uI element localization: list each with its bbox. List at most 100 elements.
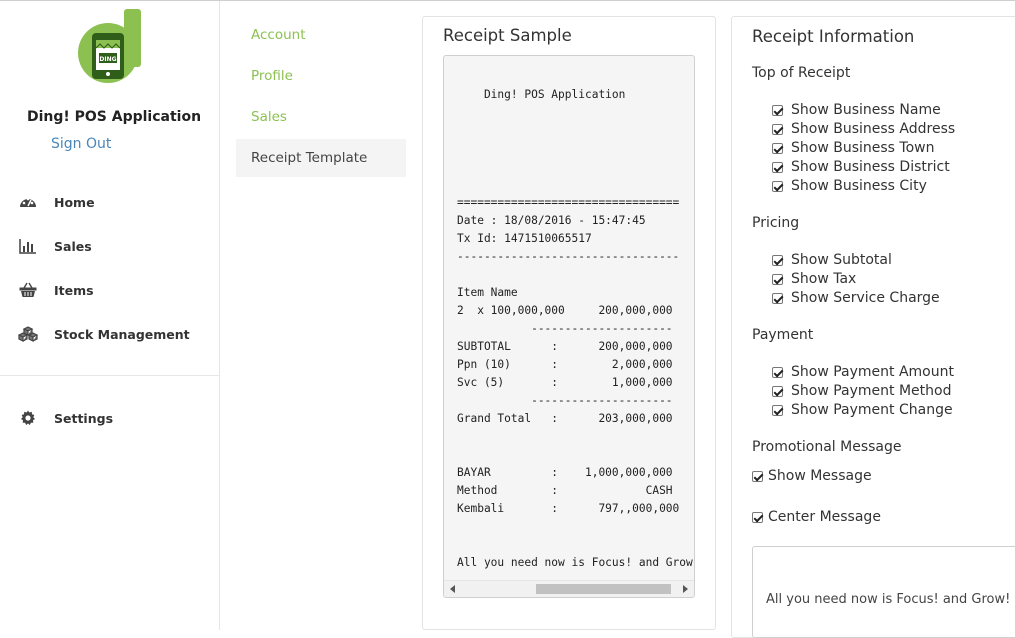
receipt-line: Method : CASH <box>457 484 673 497</box>
checkbox[interactable] <box>752 470 763 482</box>
cubes-icon <box>18 325 38 343</box>
scroll-left-icon[interactable] <box>450 585 455 593</box>
receipt-line: Ppn (10) : 2,000,000 <box>457 358 673 371</box>
receipt-line <box>457 140 694 158</box>
checkbox-label: Show Business Name <box>791 102 941 118</box>
receipt-line <box>457 446 694 464</box>
checkbox-show-business-name[interactable]: Show Business Name <box>772 102 941 118</box>
horizontal-scrollbar[interactable] <box>444 580 694 597</box>
checkbox-show-business-district[interactable]: Show Business District <box>772 159 950 175</box>
checkbox[interactable] <box>772 366 783 378</box>
nav-stock-management-label: Stock Management <box>54 326 190 342</box>
receipt-line <box>457 518 694 536</box>
checkbox-label: Center Message <box>768 509 881 525</box>
receipt-information-title: Receipt Information <box>752 27 915 46</box>
checkbox[interactable] <box>772 385 783 397</box>
section-pricing: Pricing <box>752 215 800 231</box>
nav-sales-label: Sales <box>54 238 92 254</box>
receipt-lines: Ding! POS Application ==================… <box>457 86 695 572</box>
checkbox-show-payment-method[interactable]: Show Payment Method <box>772 383 951 399</box>
nav-home-label: Home <box>54 194 95 210</box>
receipt-line: ================================= <box>457 196 680 209</box>
receipt-preview: Ding! POS Application ==================… <box>443 55 695 598</box>
checkbox-show-service-charge[interactable]: Show Service Charge <box>772 290 940 306</box>
checkbox-label: Show Business City <box>791 178 927 194</box>
checkbox-show-business-address[interactable]: Show Business Address <box>772 121 955 137</box>
checkbox-show-tax[interactable]: Show Tax <box>772 271 856 287</box>
nav-stock-management[interactable]: Stock Management <box>18 323 190 345</box>
checkbox[interactable] <box>752 511 763 523</box>
svg-text:DING: DING <box>99 56 116 63</box>
gear-icon <box>18 409 38 427</box>
checkbox-label: Show Business Address <box>791 121 956 137</box>
checkbox[interactable] <box>772 254 783 266</box>
scrollbar-thumb[interactable] <box>536 584 671 594</box>
checkbox-show-payment-amount[interactable]: Show Payment Amount <box>772 364 954 380</box>
receipt-line <box>457 176 694 194</box>
receipt-line: Item Name <box>457 286 518 299</box>
checkbox-label: Show Tax <box>791 271 857 287</box>
checkbox-label: Show Payment Method <box>791 383 952 399</box>
checkbox[interactable] <box>772 180 783 192</box>
section-top-of-receipt: Top of Receipt <box>752 65 851 81</box>
receipt-line <box>457 122 694 140</box>
scroll-right-icon[interactable] <box>683 585 688 593</box>
receipt-line: Kembali : 797,,000,000 <box>457 502 680 515</box>
checkbox-show-business-town[interactable]: Show Business Town <box>772 140 934 156</box>
receipt-line <box>457 266 694 284</box>
nav-settings-label: Settings <box>54 410 114 426</box>
nav-home[interactable]: Home <box>18 191 95 213</box>
receipt-line <box>457 158 694 176</box>
checkbox[interactable] <box>772 404 783 416</box>
checkbox[interactable] <box>772 161 783 173</box>
basket-icon <box>18 281 38 299</box>
app-logo-icon: DING <box>78 9 142 83</box>
submenu-profile[interactable]: Profile <box>236 57 406 95</box>
checkbox-show-business-city[interactable]: Show Business City <box>772 178 927 194</box>
sidebar: DING Ding! POS Application Sign Out Home… <box>0 1 220 630</box>
checkbox-label: Show Payment Change <box>791 402 953 418</box>
nav-items-label: Items <box>54 282 94 298</box>
receipt-line: --------------------------------- <box>457 250 680 263</box>
checkbox-center-message[interactable]: Center Message <box>752 509 881 525</box>
receipt-line <box>457 428 694 446</box>
receipt-line: SUBTOTAL : 200,000,000 <box>457 340 673 353</box>
checkbox-label: Show Service Charge <box>791 290 940 306</box>
section-payment: Payment <box>752 327 814 343</box>
receipt-line: Ding! POS Application <box>457 88 626 101</box>
dashboard-icon <box>18 193 38 211</box>
section-promotional-message: Promotional Message <box>752 439 902 455</box>
bar-chart-icon <box>18 237 38 255</box>
promotional-message-textarea[interactable]: All you need now is Focus! and Grow! <box>752 546 1015 638</box>
checkbox-show-subtotal[interactable]: Show Subtotal <box>772 252 892 268</box>
receipt-line: --------------------- <box>457 322 673 335</box>
receipt-line: BAYAR : 1,000,000,000 <box>457 466 673 479</box>
checkbox[interactable] <box>772 273 783 285</box>
checkbox-show-message[interactable]: Show Message <box>752 468 872 484</box>
promotional-message-text: All you need now is Focus! and Grow! <box>766 592 1011 607</box>
submenu-sales[interactable]: Sales <box>236 98 406 136</box>
submenu-receipt-template[interactable]: Receipt Template <box>236 139 406 177</box>
nav-items[interactable]: Items <box>18 279 94 301</box>
checkbox[interactable] <box>772 292 783 304</box>
checkbox-show-payment-change[interactable]: Show Payment Change <box>772 402 953 418</box>
receipt-line: Tx Id: 1471510065517 <box>457 232 592 245</box>
checkbox-label: Show Subtotal <box>791 252 892 268</box>
receipt-line: Date : 18/08/2016 - 15:47:45 <box>457 214 646 227</box>
submenu-account[interactable]: Account <box>236 16 406 54</box>
nav-settings[interactable]: Settings <box>18 407 113 429</box>
checkbox[interactable] <box>772 142 783 154</box>
sidebar-divider <box>0 375 219 376</box>
receipt-line: Grand Total : 203,000,000 <box>457 412 673 425</box>
checkbox[interactable] <box>772 123 783 135</box>
checkbox-label: Show Message <box>768 468 872 484</box>
nav-sales[interactable]: Sales <box>18 235 92 257</box>
checkbox-label: Show Payment Amount <box>791 364 954 380</box>
receipt-line: All you need now is Focus! and Grow! <box>457 556 695 569</box>
receipt-line: Svc (5) : 1,000,000 <box>457 376 673 389</box>
sign-out-link[interactable]: Sign Out <box>51 136 111 152</box>
checkbox-label: Show Business District <box>791 159 950 175</box>
app-name: Ding! POS Application <box>26 109 202 125</box>
checkbox[interactable] <box>772 104 783 116</box>
checkbox-label: Show Business Town <box>791 140 935 156</box>
